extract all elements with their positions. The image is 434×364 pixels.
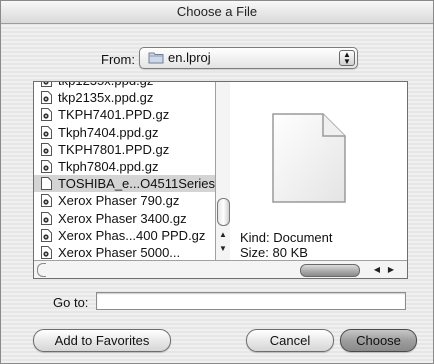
- document-icon: [41, 142, 52, 156]
- scrollbar-track-start: [37, 263, 46, 277]
- preview-size: Size: 80 KB: [240, 245, 308, 260]
- document-icon: [41, 91, 52, 105]
- horizontal-scrollbar-thumb[interactable]: [300, 264, 360, 277]
- file-list-item[interactable]: Tkph7404.ppd.gz: [34, 124, 215, 141]
- scroll-left-arrow-icon[interactable]: ◀: [372, 264, 382, 275]
- file-name: Tkph7804.ppd.gz: [58, 159, 159, 174]
- scroll-right-arrow-icon[interactable]: ▶: [386, 264, 396, 275]
- scroll-down-arrow-icon[interactable]: ▼: [218, 244, 228, 254]
- cancel-button[interactable]: Cancel: [246, 329, 334, 352]
- file-name: TOSHIBA_e...O4511Series: [58, 176, 215, 192]
- choose-file-dialog: Choose a File From: en.lproj ▲▼ tkp1235x…: [0, 0, 434, 364]
- window-title: Choose a File: [1, 1, 433, 24]
- file-name: Xerox Phas...400 PPD.gz: [58, 227, 206, 243]
- file-name: Xerox Phaser 5000...: [58, 245, 181, 260]
- file-list-item[interactable]: TKPH7801.PPD.gz: [34, 141, 215, 158]
- file-list-item[interactable]: Xerox Phaser 5000...: [34, 244, 215, 260]
- file-list-item[interactable]: Xerox Phaser 790.gz: [34, 192, 215, 209]
- document-icon: [41, 194, 52, 208]
- file-list-item[interactable]: TKPH7401.PPD.gz: [34, 106, 215, 123]
- document-icon: [41, 108, 52, 122]
- document-icon: [41, 211, 52, 225]
- file-list-item[interactable]: tkp1235x.ppd.gz: [34, 82, 215, 89]
- goto-input[interactable]: [96, 292, 406, 310]
- file-list-column[interactable]: tkp1235x.ppd.gz tkp2135x.ppd.gzTKPH7401.P…: [34, 82, 215, 260]
- file-name: Xerox Phaser 790.gz: [58, 193, 180, 209]
- preview-pane: Kind: Document Size: 80 KB: [230, 82, 407, 260]
- file-name: Tkph7404.ppd.gz: [58, 124, 159, 140]
- popup-arrows-icon: ▲ ▼: [339, 50, 355, 66]
- file-list-item[interactable]: Tkph7804.ppd.gz: [34, 158, 215, 175]
- from-selected-value: en.lproj: [168, 50, 211, 65]
- choose-button[interactable]: Choose: [340, 329, 417, 352]
- from-label: From:: [101, 52, 135, 67]
- preview-kind: Kind: Document: [240, 230, 333, 245]
- file-name: TKPH7401.PPD.gz: [58, 107, 170, 123]
- document-icon: [41, 246, 52, 259]
- file-list-item[interactable]: Xerox Phaser 3400.gz: [34, 210, 215, 227]
- file-name: tkp2135x.ppd.gz: [58, 90, 154, 106]
- file-browser: tkp1235x.ppd.gz tkp2135x.ppd.gzTKPH7401.P…: [33, 81, 408, 279]
- scroll-up-arrow-icon[interactable]: ▲: [218, 230, 228, 240]
- file-list-scrollbar[interactable]: ▲ ▼: [215, 82, 230, 260]
- scrollbar-thumb[interactable]: [217, 198, 230, 226]
- file-name: Xerox Phaser 3400.gz: [58, 210, 187, 226]
- document-icon: [41, 228, 52, 242]
- file-list-item[interactable]: TOSHIBA_e...O4511Series: [34, 175, 215, 193]
- document-icon: [41, 82, 52, 87]
- file-list-item[interactable]: tkp2135x.ppd.gz: [34, 89, 215, 106]
- file-name: tkp1235x.ppd.gz: [58, 82, 153, 88]
- horizontal-scrollbar[interactable]: ◀ ▶: [34, 260, 407, 278]
- file-list-item[interactable]: Xerox Phas...400 PPD.gz: [34, 227, 215, 244]
- file-name: TKPH7801.PPD.gz: [58, 141, 170, 157]
- add-to-favorites-button[interactable]: Add to Favorites: [33, 329, 171, 352]
- goto-label: Go to:: [53, 295, 89, 310]
- from-popup[interactable]: en.lproj ▲ ▼: [139, 47, 358, 69]
- folder-icon: [148, 52, 164, 64]
- blank-document-icon: [41, 177, 52, 191]
- document-icon: [41, 160, 52, 173]
- document-icon: [41, 125, 52, 139]
- document-preview-icon: [272, 113, 346, 203]
